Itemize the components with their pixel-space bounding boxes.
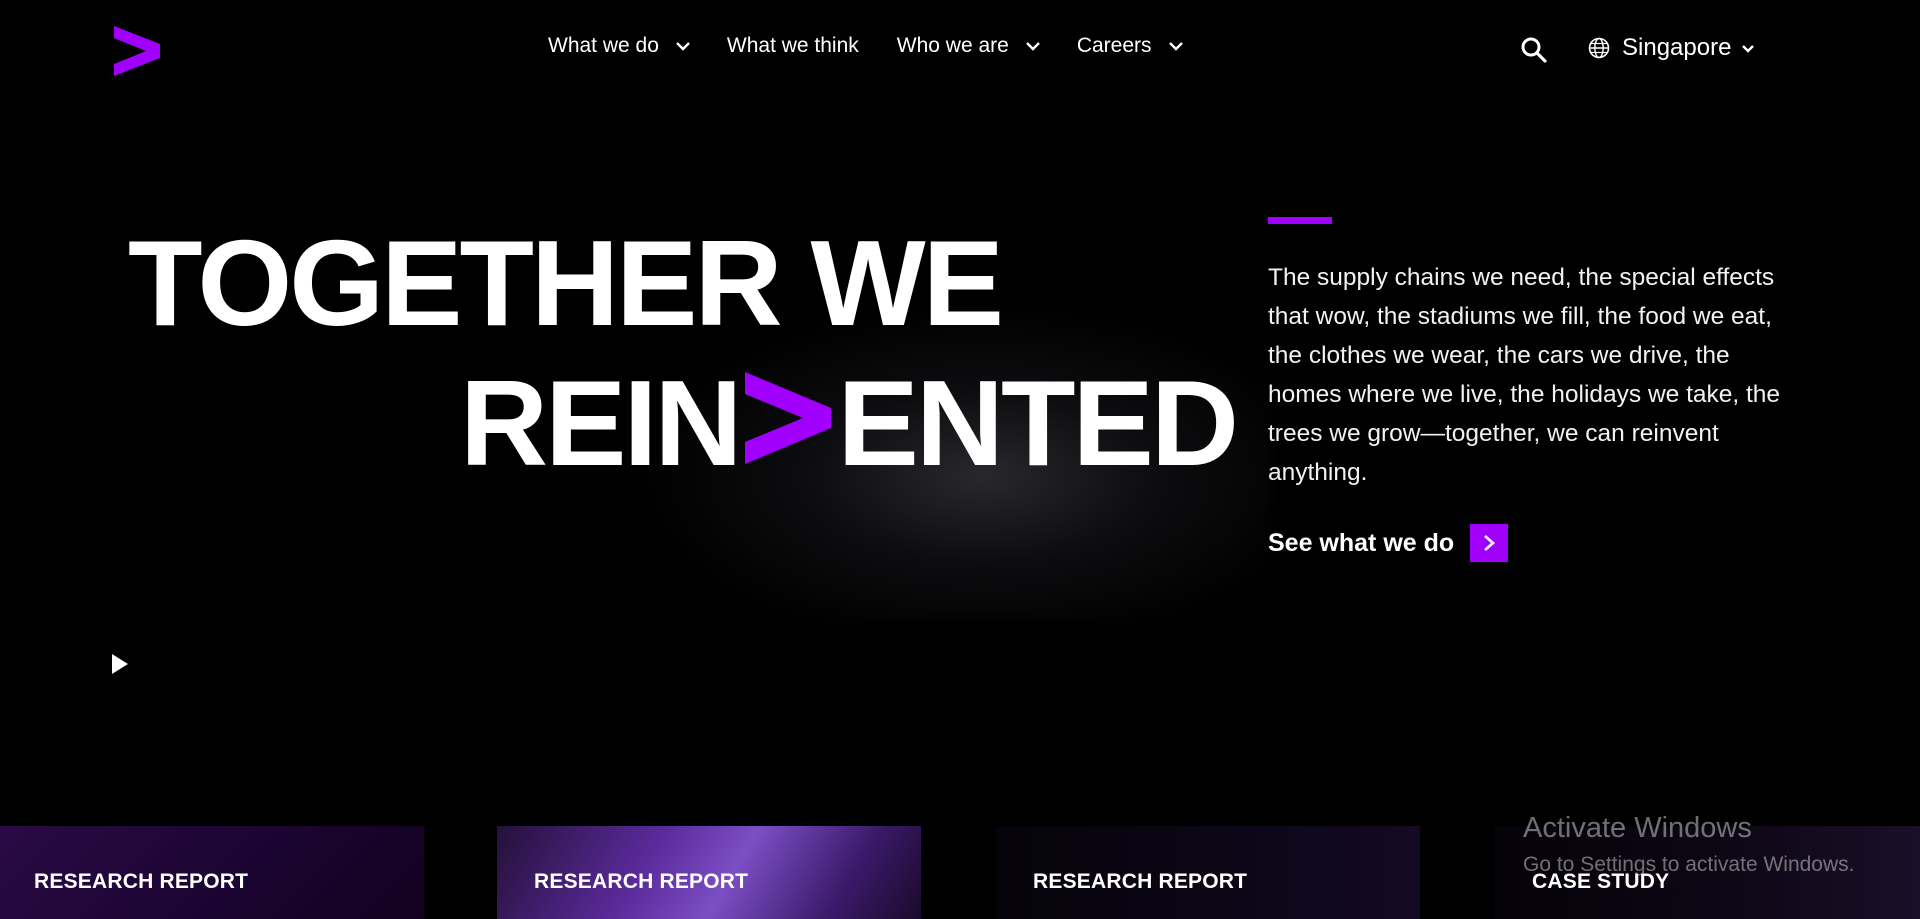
nav-item-what-we-think[interactable]: What we think — [727, 34, 859, 58]
globe-icon — [1588, 37, 1610, 59]
card-research-report-2[interactable]: RESEARCH REPORT — [497, 826, 921, 919]
card-research-report-3[interactable]: RESEARCH REPORT — [996, 826, 1420, 919]
card-label: RESEARCH REPORT — [1033, 870, 1248, 893]
region-selector[interactable]: Singapore — [1588, 34, 1755, 62]
card-label: RESEARCH REPORT — [534, 870, 749, 893]
hero-headline-line1: TOGETHER WE — [128, 215, 1004, 351]
cta-label: See what we do — [1268, 528, 1455, 557]
hero-headline-line2: REIN ENTED — [460, 355, 1239, 491]
nav-item-careers[interactable]: Careers — [1077, 34, 1184, 58]
chevron-down-icon — [1025, 42, 1040, 51]
play-icon[interactable] — [110, 652, 130, 676]
site-header: What we do What we think Who we are Care… — [0, 0, 1920, 100]
chevron-down-icon — [1168, 42, 1183, 51]
accenture-greater-than-icon — [745, 372, 832, 464]
chevron-down-icon — [676, 42, 690, 51]
chevron-down-icon — [1742, 44, 1755, 53]
nav-item-label: What we do — [548, 34, 659, 57]
main-nav: What we do What we think Who we are Care… — [548, 34, 1220, 58]
nav-item-label: What we think — [726, 34, 859, 57]
accenture-logo-icon[interactable] — [112, 26, 162, 76]
chevron-right-icon — [1484, 535, 1496, 551]
nav-item-who-we-are[interactable]: Who we are — [897, 34, 1041, 58]
headline-part-after: ENTED — [837, 355, 1238, 491]
card-research-report-1[interactable]: RESEARCH REPORT — [0, 826, 424, 919]
nav-item-label: Who we are — [896, 34, 1009, 57]
see-what-we-do-link[interactable]: See what we do — [1268, 524, 1509, 562]
search-icon[interactable] — [1520, 36, 1548, 64]
nav-item-label: Careers — [1076, 34, 1152, 57]
accent-bar — [1268, 217, 1332, 224]
cta-arrow-button[interactable] — [1470, 524, 1509, 562]
hero-description: The supply chains we need, the special e… — [1268, 264, 1781, 486]
card-label: RESEARCH REPORT — [34, 870, 249, 893]
region-label: Singapore — [1622, 34, 1732, 61]
nav-item-what-we-do[interactable]: What we do — [548, 34, 691, 58]
card-label: CASE STUDY — [1532, 870, 1670, 893]
headline-part-before: REIN — [460, 355, 742, 491]
card-case-study[interactable]: CASE STUDY — [1494, 826, 1920, 919]
